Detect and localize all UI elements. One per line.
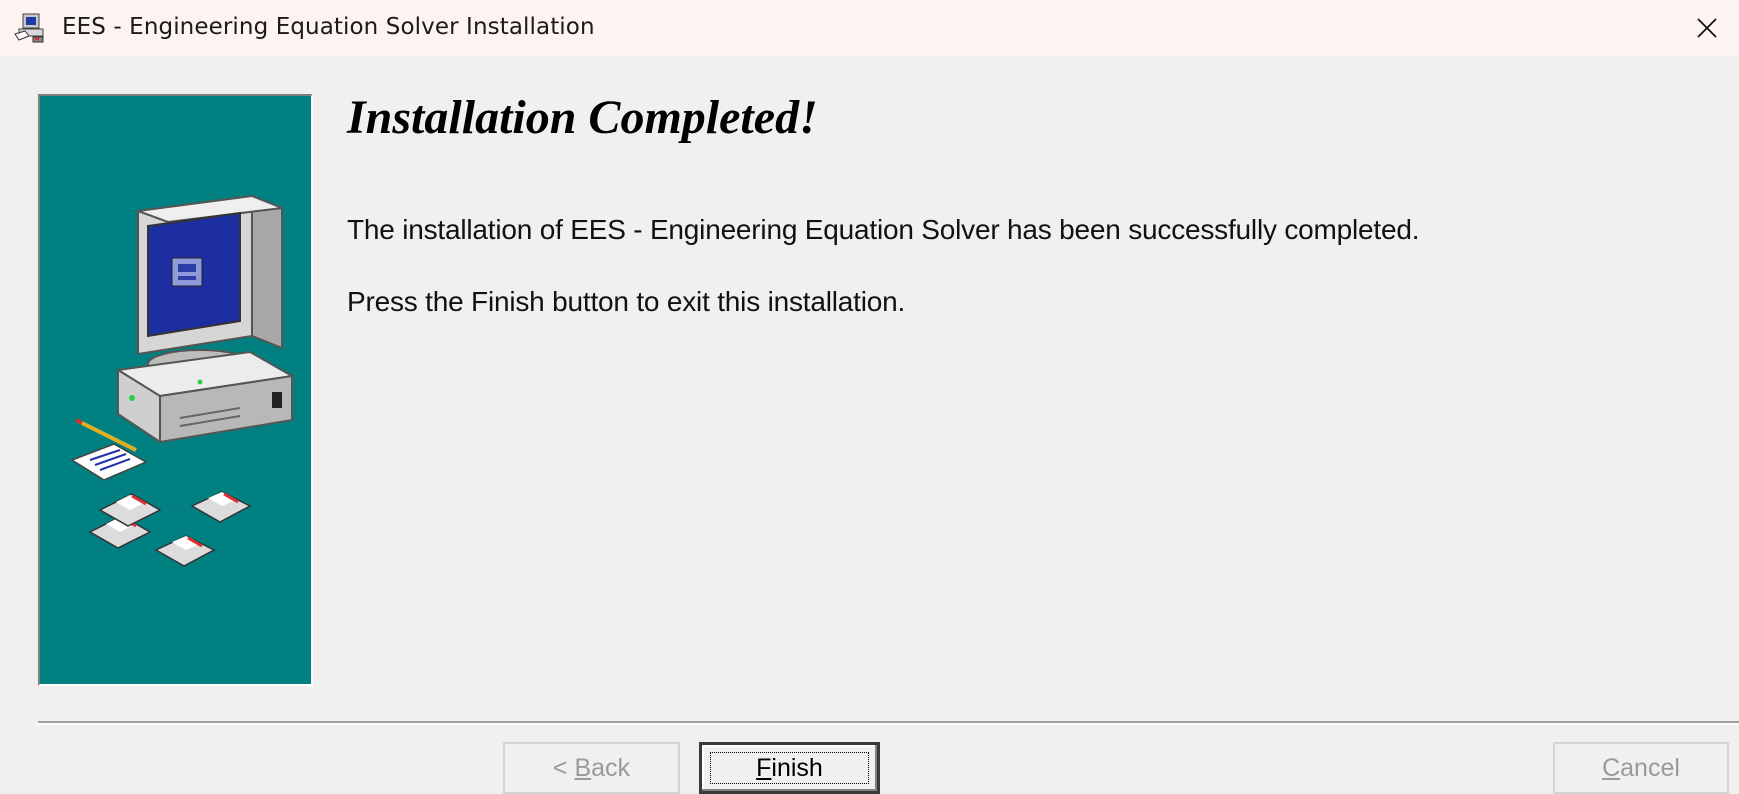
floppy-disk-3	[190, 491, 252, 523]
page-heading: Installation Completed!	[347, 91, 818, 144]
finish-instruction: Press the Finish button to exit this ins…	[347, 286, 906, 317]
close-button[interactable]	[1675, 0, 1739, 56]
title-bar[interactable]: EES - Engineering Equation Solver Instal…	[0, 0, 1739, 56]
back-button[interactable]: < Back	[503, 742, 680, 794]
divider	[38, 721, 1739, 725]
window-title: EES - Engineering Equation Solver Instal…	[62, 14, 595, 40]
floppy-disk-2	[98, 493, 162, 527]
computer-illustration-icon	[70, 194, 295, 567]
completion-message: The installation of EES - Engineering Eq…	[347, 214, 1420, 245]
finish-button[interactable]: Finish	[699, 742, 880, 794]
installer-app-icon	[14, 13, 44, 43]
cancel-button[interactable]: Cancel	[1553, 742, 1729, 794]
installer-window: EES - Engineering Equation Solver Instal…	[0, 0, 1739, 794]
close-icon	[1697, 18, 1717, 38]
floppy-disk-4	[154, 535, 216, 567]
side-graphic-panel	[38, 94, 313, 686]
cancel-button-label: Cancel	[1602, 753, 1680, 782]
back-button-label: < Back	[552, 753, 631, 782]
finish-button-label: Finish	[756, 753, 823, 782]
